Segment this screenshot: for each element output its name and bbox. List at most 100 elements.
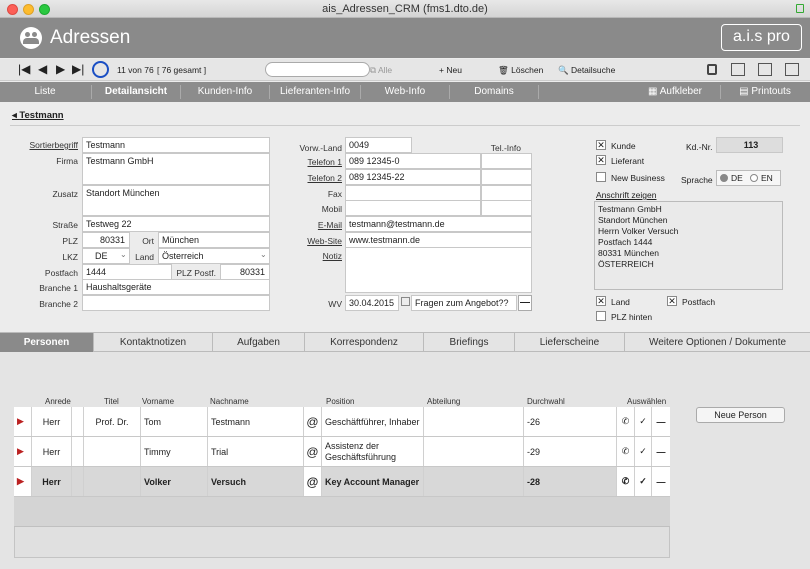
cell-abteilung[interactable] [424,407,524,436]
mobil-info-field[interactable] [481,200,532,216]
fax-info-field[interactable] [481,185,532,201]
next-record-icon[interactable]: ▶ [56,62,65,76]
plz-field[interactable]: 80331 [82,232,130,248]
zusatz-field[interactable]: Standort München [82,185,270,216]
tab-briefings[interactable]: Briefings [424,333,515,352]
mobil-field[interactable] [345,200,481,216]
cell-nachname[interactable]: Versuch [208,467,304,496]
tab-aufgaben[interactable]: Aufgaben [213,333,305,352]
wv-text-field[interactable]: Fragen zum Angebot?? [411,295,517,311]
last-record-icon[interactable]: ▶| [72,62,84,76]
new-business-checkbox[interactable] [596,172,606,182]
email-at-icon[interactable]: @ [304,407,322,436]
branche1-field[interactable]: Haushaltsgeräte [82,279,270,295]
phone-icon[interactable]: ✆ [617,467,635,496]
nav-liste[interactable]: Liste [10,86,80,97]
remove-row-icon[interactable]: — [652,407,670,436]
cell-anrede[interactable]: Herr [32,467,72,496]
cell-abteilung[interactable] [424,437,524,466]
show-all-button[interactable]: ⧉ Alle [370,65,392,76]
nav-printouts[interactable]: ▤ Printouts [730,86,800,97]
nav-detailansicht[interactable]: Detailansicht [92,86,180,97]
wv-date-field[interactable]: 30.04.2015 [345,295,399,311]
notiz-field[interactable] [345,247,532,293]
cell-position[interactable]: Key Account Manager [322,467,424,496]
sprache-de-radio[interactable] [720,174,728,182]
remove-row-icon[interactable]: — [652,437,670,466]
phone-icon[interactable]: ✆ [617,437,635,466]
row-arrow-icon[interactable]: ▶ [14,437,32,466]
cell-anrede[interactable]: Herr [32,407,72,436]
postfach-checkbox[interactable]: ✕ [667,296,677,306]
delete-record-button[interactable]: 🗑 Löschen [498,65,543,76]
table-row[interactable]: ▶ Herr Timmy Trial @ Assistenz der Gesch… [14,437,670,467]
anrede-dropdown-icon[interactable] [72,437,84,466]
cell-durchwahl[interactable]: -26 [524,407,617,436]
tab-lieferscheine[interactable]: Lieferscheine [515,333,625,352]
branche2-field[interactable] [82,295,270,311]
phone-icon[interactable]: ✆ [617,407,635,436]
cell-vorname[interactable]: Timmy [141,437,208,466]
nav-web-info[interactable]: Web-Info [361,86,449,97]
email-at-icon[interactable]: @ [304,437,322,466]
nav-aufkleber[interactable]: ▦ Aufkleber [640,86,710,97]
anrede-dropdown-icon[interactable] [72,407,84,436]
layout-icon[interactable] [731,63,745,76]
cell-durchwahl[interactable]: -28 [524,467,617,496]
postfach-field[interactable]: 1444 [82,264,172,280]
wv-clear-button[interactable]: — [518,295,532,311]
lieferant-checkbox[interactable]: ✕ [596,155,606,165]
kunde-checkbox[interactable]: ✕ [596,140,606,150]
tab-kontaktnotizen[interactable]: Kontaktnotizen [94,333,213,352]
minimize-window-button[interactable] [23,4,34,15]
table-row[interactable]: ▶ Herr Prof. Dr. Tom Testmann @ Geschäft… [14,407,670,437]
cell-vorname[interactable]: Tom [141,407,208,436]
detail-search-button[interactable]: 🔍 Detailsuche [558,65,615,76]
lkz-chevron-down-icon[interactable]: ⌄ [120,250,127,259]
telefon2-field[interactable]: 089 12345-22 [345,169,481,185]
website-field[interactable]: www.testmann.de [345,232,532,248]
zoom-window-button[interactable] [39,4,50,15]
cell-durchwahl[interactable]: -29 [524,437,617,466]
new-record-button[interactable]: + Neu [439,65,462,75]
select-check-icon[interactable]: ✓ [635,467,652,496]
telefon1-field[interactable]: 089 12345-0 [345,153,481,169]
tab-weitere-optionen[interactable]: Weitere Optionen / Dokumente [625,333,810,352]
ort-field[interactable]: München [158,232,270,248]
window-icon[interactable] [758,63,772,76]
quick-search-input[interactable] [265,62,370,77]
telefon1-info-field[interactable] [481,153,532,169]
land-chevron-down-icon[interactable]: ⌄ [260,250,267,259]
tab-personen[interactable]: Personen [0,333,94,352]
cell-position[interactable]: Assistenz der Geschäftsführung [322,437,424,466]
nav-lieferanten-info[interactable]: Lieferanten-Info [270,86,360,97]
sprache-en-radio[interactable] [750,174,758,182]
table-row-selected[interactable]: ▶ Herr Volker Versuch @ Key Account Mana… [14,467,670,497]
select-check-icon[interactable]: ✓ [635,407,652,436]
strasse-field[interactable]: Testweg 22 [82,216,270,232]
breadcrumb-back[interactable]: ◂ Testmann [12,110,64,121]
row-arrow-icon[interactable]: ▶ [14,407,32,436]
land-select[interactable]: Österreich [158,248,270,264]
select-check-icon[interactable]: ✓ [635,437,652,466]
anrede-dropdown-icon[interactable] [72,467,84,496]
nav-kunden-info[interactable]: Kunden-Info [181,86,269,97]
vorw-land-field[interactable]: 0049 [345,137,412,153]
tab-korrespondenz[interactable]: Korrespondenz [305,333,424,352]
fax-field[interactable] [345,185,481,201]
neue-person-button[interactable]: Neue Person [696,407,785,423]
land-checkbox[interactable]: ✕ [596,296,606,306]
lock-icon[interactable] [707,64,717,75]
firma-field[interactable]: Testmann GmbH [82,153,270,185]
row-arrow-icon[interactable]: ▶ [14,467,32,496]
cell-vorname[interactable]: Volker [141,467,208,496]
first-record-icon[interactable]: |◀ [18,62,30,76]
cell-titel[interactable] [84,437,141,466]
cell-nachname[interactable]: Testmann [208,407,304,436]
panel-icon[interactable] [785,63,799,76]
cell-abteilung[interactable] [424,467,524,496]
email-field[interactable]: testmann@testmann.de [345,216,532,232]
remove-row-icon[interactable]: — [652,467,670,496]
cell-nachname[interactable]: Trial [208,437,304,466]
prev-record-icon[interactable]: ◀ [38,62,47,76]
